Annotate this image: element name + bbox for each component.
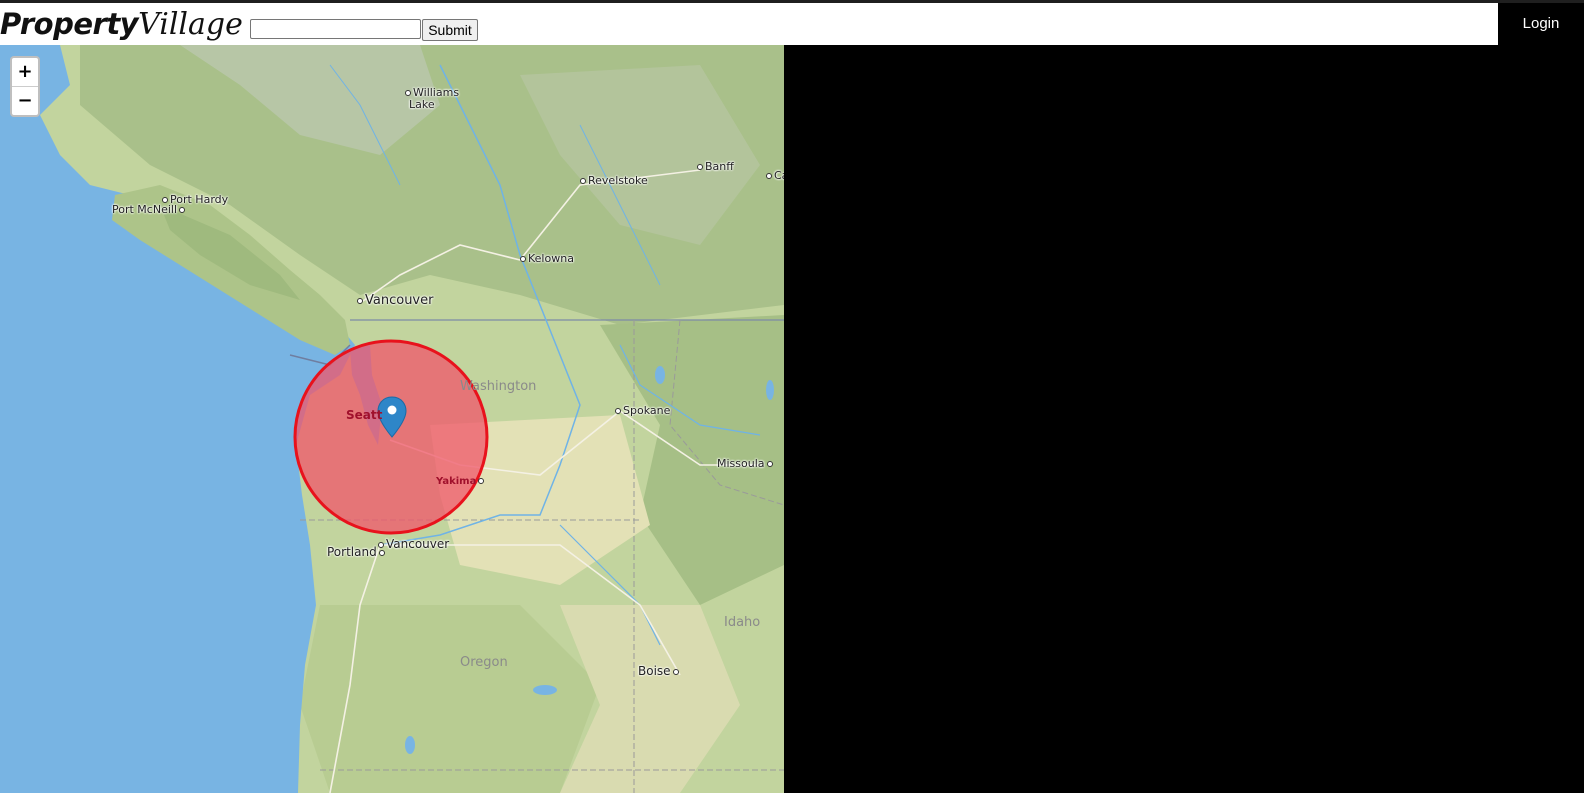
place-label: Port McNeill	[112, 203, 178, 216]
zoom-control: + −	[10, 56, 40, 117]
city-dot	[766, 461, 773, 467]
place-vancouver-bc: Vancouver	[355, 293, 434, 308]
city-dot	[378, 549, 385, 556]
place-boise: Boise	[638, 665, 681, 677]
region-label: Washington	[460, 379, 537, 394]
city-dot	[520, 256, 526, 262]
region-label: Idaho	[724, 615, 761, 630]
place-spokane: Spokane	[613, 405, 670, 417]
place-label: Vancouver	[386, 537, 450, 551]
submit-button[interactable]: Submit	[422, 19, 478, 41]
city-dot	[766, 173, 772, 179]
site-header: PropertyVillage Submit Login	[0, 3, 1584, 45]
city-dot	[697, 164, 703, 170]
place-label: Banff	[705, 160, 734, 173]
place-banff: Banff	[695, 161, 734, 173]
city-dot	[357, 297, 363, 304]
logo-word-property: Property	[0, 7, 139, 41]
place-label: Lake	[409, 98, 435, 111]
zoom-out-button[interactable]: −	[12, 87, 38, 115]
city-dot	[378, 541, 384, 548]
place-seattle: Seatt	[346, 409, 382, 421]
place-missoula: Missoula	[717, 458, 775, 470]
place-kelowna: Kelowna	[518, 253, 574, 265]
region-label: Oregon	[460, 655, 508, 670]
place-label: Spokane	[623, 404, 671, 417]
city-dot	[672, 668, 679, 675]
place-williams-lake: Williams Lake	[403, 87, 459, 111]
city-dot	[580, 178, 586, 184]
search-input[interactable]	[250, 19, 421, 39]
place-label: Ca	[774, 169, 784, 182]
page-bottom-strip	[0, 793, 1584, 801]
place-label: Seatt	[346, 408, 383, 422]
place-calgary: Ca	[764, 170, 784, 182]
place-port-mcneill: Port McNeill	[112, 204, 187, 216]
place-label: Missoula	[717, 457, 765, 470]
region-oregon: Oregon	[460, 655, 508, 670]
place-label: Boise	[638, 664, 671, 678]
place-label: Yakima	[436, 476, 477, 487]
place-revelstoke: Revelstoke	[578, 175, 648, 187]
login-button[interactable]: Login	[1498, 3, 1584, 45]
place-label: Portland	[327, 545, 377, 559]
city-dot	[179, 207, 186, 213]
city-dot	[615, 408, 621, 414]
site-logo[interactable]: PropertyVillage	[0, 7, 243, 42]
map-view[interactable]: Williams Lake Port Hardy Port McNeill Re…	[0, 45, 784, 793]
region-idaho: Idaho	[724, 615, 761, 630]
logo-word-village: Village	[138, 7, 243, 42]
city-dot	[405, 90, 411, 96]
place-yakima: Yakima	[436, 476, 486, 488]
city-dot	[478, 478, 485, 484]
place-label: Vancouver	[365, 293, 434, 308]
place-label: Revelstoke	[588, 174, 648, 187]
region-washington: Washington	[460, 379, 537, 394]
empty-content-panel	[784, 45, 1584, 793]
map-tiles	[0, 45, 784, 793]
place-label: Kelowna	[528, 252, 574, 265]
zoom-in-button[interactable]: +	[12, 58, 38, 87]
place-vancouver-wa: Vancouver	[376, 538, 449, 550]
